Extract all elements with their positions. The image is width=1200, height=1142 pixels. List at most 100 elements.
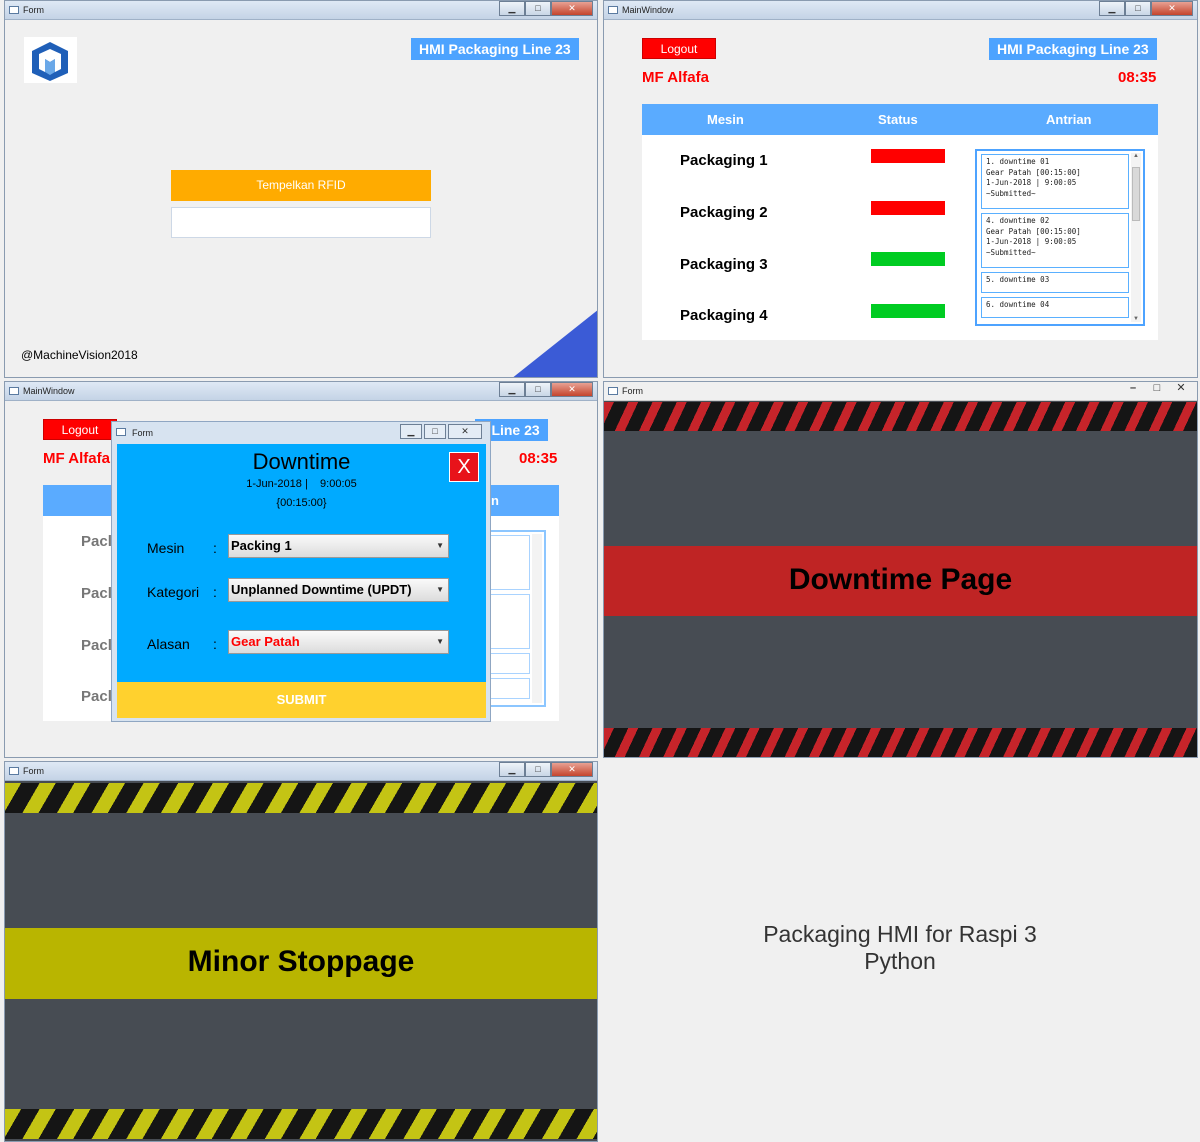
alasan-select[interactable]: Gear Patah ▼ <box>228 630 449 654</box>
downtime-datetime: 1-Jun-2018 | 9:00:05 <box>246 478 357 490</box>
main-titlebar[interactable]: MainWindow ▁ □ ✕ <box>5 382 597 401</box>
queue-item[interactable]: 5. downtime 03 <box>981 272 1129 293</box>
scroll-down-icon[interactable]: ▼ <box>1131 316 1141 322</box>
operator-name: MF Alfafa <box>642 69 709 86</box>
window-title: MainWindow <box>622 5 674 15</box>
window-icon <box>116 428 126 436</box>
operator-name: MF Alfafa <box>43 450 110 467</box>
queue-item-state: ~Submitted~ <box>986 188 1036 198</box>
hazard-stripe-bottom <box>604 728 1197 757</box>
queue-scrollbar[interactable] <box>532 534 542 703</box>
minimize-button[interactable]: ▁ <box>1099 1 1125 16</box>
clock-display: 08:35 <box>1118 69 1157 86</box>
window-title: Form <box>23 766 44 776</box>
downtime-banner: Downtime Page <box>604 546 1197 616</box>
rfid-input[interactable] <box>171 207 431 238</box>
form-titlebar[interactable]: Form ▁ □ ✕ <box>5 762 597 781</box>
kategori-select-value: Unplanned Downtime (UPDT) <box>231 582 412 597</box>
kategori-select[interactable]: Unplanned Downtime (UPDT) ▼ <box>228 578 449 602</box>
column-header-mesin: Mesin <box>707 112 744 127</box>
window-title: Form <box>23 5 44 15</box>
downtime-duration: {00:15:00} <box>276 497 327 509</box>
logout-button[interactable]: Logout <box>642 38 716 59</box>
queue-item[interactable]: 6. downtime 04 <box>981 297 1129 318</box>
queue-list[interactable]: 1. downtime 01 Gear Patah [00:15:00] 1-J… <box>975 149 1145 326</box>
kategori-label: Kategori <box>147 584 200 600</box>
queue-item-datetime: 1-Jun-2018 | 9:00:05 <box>986 178 1077 187</box>
close-button[interactable]: ✕ <box>551 762 593 777</box>
queue-item-title: 5. downtime 03 <box>986 275 1050 284</box>
minimize-button[interactable]: ▁ <box>499 382 525 397</box>
hazard-stripe-top <box>5 783 597 813</box>
minimize-button[interactable]: – <box>1121 382 1145 397</box>
minor-stoppage-banner: Minor Stoppage <box>5 928 597 999</box>
close-button[interactable]: ✕ <box>448 424 482 439</box>
dialog-heading: Downtime <box>252 449 351 474</box>
window-icon <box>9 387 19 395</box>
queue-item[interactable]: 4. downtime 02 Gear Patah [00:15:00] 1-J… <box>981 213 1129 268</box>
close-button[interactable]: ✕ <box>1169 382 1193 397</box>
minimize-button[interactable]: ▁ <box>400 424 422 439</box>
close-button[interactable]: ✕ <box>1151 1 1193 16</box>
maximize-button[interactable]: □ <box>424 424 446 439</box>
field-colon: : <box>213 540 217 556</box>
mesin-select-value: Packing 1 <box>231 538 292 553</box>
machinevision-logo <box>24 37 77 83</box>
minor-stoppage-banner-text: Minor Stoppage <box>187 945 415 978</box>
status-indicator <box>871 149 945 163</box>
maximize-button[interactable]: □ <box>525 762 551 777</box>
login-titlebar[interactable]: Form ▁ □ ✕ <box>5 1 597 20</box>
form-titlebar[interactable]: Form – □ ✕ <box>604 382 1197 401</box>
window-icon <box>9 767 19 775</box>
field-colon: : <box>213 636 217 652</box>
window-title: MainWindow <box>23 386 75 396</box>
status-indicator <box>871 201 945 215</box>
window-title: Form <box>622 386 643 396</box>
column-header-antrian: Antrian <box>1046 112 1092 127</box>
alasan-select-value: Gear Patah <box>231 634 300 649</box>
alasan-label: Alasan <box>147 636 190 652</box>
chevron-down-icon: ▼ <box>436 541 444 550</box>
queue-item-reason: Gear Patah [00:15:00] <box>986 226 1081 236</box>
main-window: MainWindow ▁ □ ✕ Logout HMI Packaging Li… <box>603 0 1198 378</box>
status-indicator <box>871 304 945 318</box>
maximize-button[interactable]: □ <box>525 382 551 397</box>
dialog-titlebar[interactable]: Form ▁ □ ✕ <box>112 422 490 442</box>
queue-item-datetime: 1-Jun-2018 | 9:00:05 <box>986 237 1077 246</box>
scroll-thumb[interactable] <box>1132 167 1140 221</box>
column-header-status: Status <box>878 112 918 127</box>
dialog-close-button[interactable]: X <box>449 452 479 482</box>
machine-name: Pacl <box>81 688 112 705</box>
mesin-select[interactable]: Packing 1 ▼ <box>228 534 449 558</box>
main-titlebar[interactable]: MainWindow ▁ □ ✕ <box>604 1 1197 20</box>
minimize-button[interactable]: ▁ <box>499 1 525 16</box>
window-icon <box>608 6 618 14</box>
maximize-button[interactable]: □ <box>525 1 551 16</box>
queue-item[interactable]: 1. downtime 01 Gear Patah [00:15:00] 1-J… <box>981 154 1129 209</box>
submit-button[interactable]: SUBMIT <box>117 682 486 718</box>
chevron-down-icon: ▼ <box>436 585 444 594</box>
maximize-button[interactable]: □ <box>1145 382 1169 397</box>
queue-item-title: 4. downtime 02 <box>986 216 1050 225</box>
queue-item-title: 6. downtime 04 <box>986 300 1050 309</box>
machine-name: Packaging 3 <box>680 256 768 273</box>
downtime-banner-text: Downtime Page <box>788 563 1013 596</box>
machine-name: Pacl <box>81 585 112 602</box>
maximize-button[interactable]: □ <box>1125 1 1151 16</box>
scroll-up-icon[interactable]: ▲ <box>1131 153 1141 159</box>
logout-button[interactable]: Logout <box>43 419 117 440</box>
login-window: Form ▁ □ ✕ HMI Packaging Line 23 Tempelk… <box>4 0 598 378</box>
close-button[interactable]: ✕ <box>551 382 593 397</box>
queue-scrollbar[interactable]: ▲ ▼ <box>1131 153 1141 322</box>
mesin-label: Mesin <box>147 540 185 556</box>
machine-status-table: Mesin Status Antrian Packaging 1 Packagi… <box>642 104 1158 340</box>
queue-item-state: ~Submitted~ <box>986 247 1036 257</box>
minimize-button[interactable]: ▁ <box>499 762 525 777</box>
caption-line-2: Python <box>864 948 936 974</box>
dialog-body: Downtime 1-Jun-2018 | 9:00:05 {00:15:00}… <box>117 444 486 718</box>
machine-name: Packaging 1 <box>680 152 768 169</box>
hmi-title-badge: HMI Packaging Line 23 <box>989 38 1157 60</box>
hazard-stripe-top <box>604 402 1197 431</box>
close-button[interactable]: ✕ <box>551 1 593 16</box>
corner-decoration <box>513 310 597 377</box>
